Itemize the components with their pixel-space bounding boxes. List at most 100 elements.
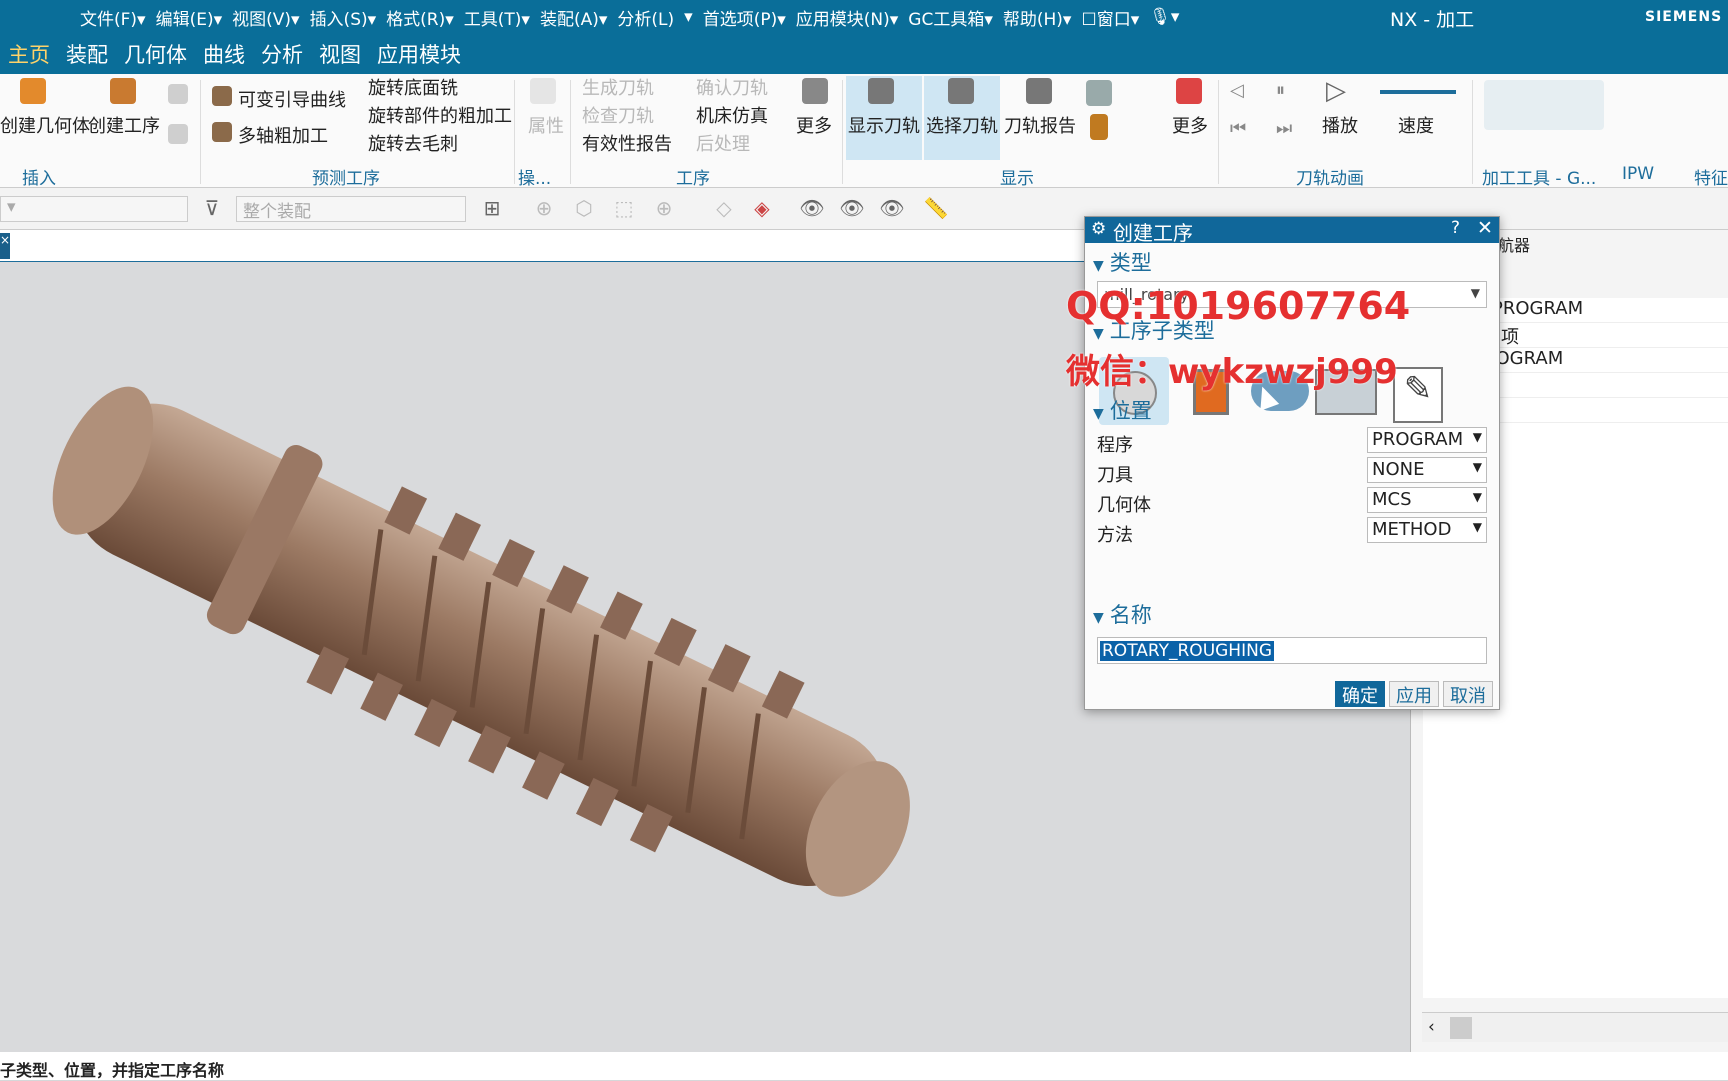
cube-icon[interactable]: ◇ — [710, 196, 738, 222]
small-tool-icon[interactable] — [168, 84, 188, 104]
play-button[interactable]: 播放 — [1322, 112, 1358, 138]
mcs-eye-icon[interactable]: 👁 — [798, 196, 826, 222]
select-filter-icon[interactable]: ⊞ — [478, 196, 506, 222]
operation-name-input[interactable]: ROTARY_ROUGHING — [1097, 637, 1487, 664]
close-view-icon[interactable]: × — [0, 233, 10, 259]
create-geometry-button[interactable]: 创建几何体 — [0, 112, 90, 138]
group-label-feature[interactable]: 特征 — [1694, 164, 1728, 189]
menu-tools[interactable]: 工具(T)▾ — [464, 5, 530, 30]
rewind-icon[interactable]: ◁ — [1230, 80, 1244, 101]
pause-icon[interactable]: ⏸ — [1276, 80, 1285, 101]
step-forward-icon[interactable]: ⏭ — [1276, 118, 1292, 139]
verify-path-button[interactable]: 确认刀轨 — [696, 74, 768, 100]
method-select[interactable]: METHOD ▼ — [1367, 517, 1487, 543]
navigator-header: 航器 — [1498, 236, 1531, 255]
multi-axis-rough-button[interactable]: 多轴粗加工 — [238, 122, 328, 148]
mic-icon[interactable]: 🎙▾ — [1149, 7, 1179, 27]
eye-icon[interactable]: 👁 — [838, 196, 866, 222]
ribbon: 创建几何体 创建工序 插入 可变引导曲线 多轴粗加工 旋转底面铣 旋转部件的粗加… — [0, 74, 1728, 189]
tab-analysis[interactable]: 分析 — [261, 39, 303, 69]
tab-applications[interactable]: 应用模块 — [377, 39, 461, 69]
more-display-button[interactable]: 更多 — [1172, 112, 1208, 138]
menu-help[interactable]: 帮助(H)▾ — [1003, 5, 1072, 30]
menu-window[interactable]: ☐窗口▾ — [1081, 5, 1139, 30]
hide-eye-icon[interactable]: 👁 — [878, 196, 906, 222]
help-icon[interactable]: ? — [1451, 218, 1460, 238]
cancel-button[interactable]: 取消 — [1443, 681, 1493, 707]
tab-view[interactable]: 视图 — [319, 39, 361, 69]
apply-button[interactable]: 应用 — [1389, 681, 1439, 707]
display-mode-icon[interactable] — [1086, 80, 1112, 106]
show-path-icon — [868, 78, 894, 104]
more-ops-icon — [802, 78, 828, 104]
menu-gc-toolkit[interactable]: GC工具箱▾ — [908, 5, 993, 30]
snap-icon[interactable]: ⊕ — [530, 196, 558, 222]
group-label-display: 显示 — [1000, 169, 1034, 189]
menu-preferences[interactable]: 首选项(P)▾ — [703, 5, 786, 30]
hexagon-icon[interactable]: ⬡ — [570, 196, 598, 222]
name-section[interactable]: ▼ 名称 — [1093, 599, 1152, 629]
select-path-button[interactable]: 选择刀轨 — [926, 112, 998, 138]
more-display-icon — [1176, 78, 1202, 104]
collapse-icon[interactable]: ▼ — [1093, 610, 1104, 626]
ok-button[interactable]: 确定 — [1335, 681, 1385, 707]
collapse-icon[interactable]: ▼ — [1093, 326, 1104, 342]
create-operation-button[interactable]: 创建工序 — [88, 112, 160, 138]
menu-more[interactable]: ▾ — [684, 7, 693, 27]
play-icon[interactable]: ▷ — [1326, 76, 1346, 106]
small-tool-icon[interactable] — [168, 124, 188, 144]
show-path-button[interactable]: 显示刀轨 — [848, 112, 920, 138]
path-report-button[interactable]: 刀轨报告 — [1004, 112, 1076, 138]
tab-home[interactable]: 主页 — [8, 39, 50, 69]
menu-edit[interactable]: 编辑(E)▾ — [156, 5, 223, 30]
check-path-button[interactable]: 检查刀轨 — [582, 102, 654, 128]
group-label-ipw[interactable]: IPW — [1622, 164, 1654, 184]
box-icon[interactable]: ⬚ — [610, 196, 638, 222]
watermark-wechat: 微信：wykzwzj999 — [1066, 352, 1398, 392]
post-process-button[interactable]: 后处理 — [696, 130, 750, 156]
cube-red-icon[interactable]: ◈ — [748, 196, 776, 222]
menu-assembly[interactable]: 装配(A)▾ — [540, 5, 607, 30]
scroll-left-icon[interactable]: ‹ — [1428, 1017, 1435, 1037]
horizontal-scrollbar[interactable]: ‹ — [1422, 1012, 1728, 1042]
variable-guide-curve-button[interactable]: 可变引导曲线 — [238, 86, 346, 112]
step-back-icon[interactable]: ⏮ — [1230, 118, 1246, 139]
validity-report-button[interactable]: 有效性报告 — [582, 130, 672, 156]
menu-analysis[interactable]: 分析(L) — [617, 5, 674, 30]
tab-curve[interactable]: 曲线 — [203, 39, 245, 69]
collapse-icon[interactable]: ▼ — [1093, 406, 1104, 422]
generate-path-button[interactable]: 生成刀轨 — [582, 74, 654, 100]
group-label-machining-tools[interactable]: 加工工具 - G... — [1482, 164, 1596, 189]
more-ops-button[interactable]: 更多 — [796, 112, 832, 138]
tool-select[interactable]: NONE ▼ — [1367, 457, 1487, 483]
tab-assembly[interactable]: 装配 — [66, 39, 108, 69]
speed-slider[interactable] — [1380, 90, 1456, 94]
close-icon[interactable]: ✕ — [1477, 217, 1493, 239]
rotary-floor-button[interactable]: 旋转底面铣 — [368, 74, 458, 100]
machine-sim-button[interactable]: 机床仿真 — [696, 102, 768, 128]
rotary-part-rough-button[interactable]: 旋转部件的粗加工 — [368, 102, 512, 128]
geometry-select[interactable]: MCS ▼ — [1367, 487, 1487, 513]
type-section[interactable]: ▼ 类型 — [1093, 247, 1152, 277]
machining-tools-icon[interactable] — [1484, 80, 1604, 130]
scroll-thumb[interactable] — [1450, 1017, 1472, 1039]
scope-combo[interactable]: 整个装配 — [236, 196, 466, 222]
menu-applications[interactable]: 应用模块(N)▾ — [796, 5, 899, 30]
attributes-button[interactable]: 属性 — [528, 112, 564, 138]
menu-insert[interactable]: 插入(S)▾ — [310, 5, 377, 30]
menu-file[interactable]: 文件(F)▾ — [80, 5, 146, 30]
rotary-deburr-button[interactable]: 旋转去毛刺 — [368, 130, 458, 156]
add-box-icon[interactable]: ⊕ — [650, 196, 678, 222]
type-filter-combo[interactable]: ▾ — [0, 196, 188, 222]
menu-view[interactable]: 视图(V)▾ — [232, 5, 299, 30]
filter-icon[interactable]: ⊽ — [198, 196, 226, 222]
program-select[interactable]: PROGRAM ▼ — [1367, 427, 1487, 453]
location-section[interactable]: ▼ 位置 — [1093, 395, 1152, 425]
select-path-icon — [948, 78, 974, 104]
collapse-icon[interactable]: ▼ — [1093, 258, 1104, 274]
menu-format[interactable]: 格式(R)▾ — [386, 5, 454, 30]
tool-display-icon[interactable] — [1090, 114, 1108, 140]
measure-icon[interactable]: 📏 — [922, 196, 950, 222]
gear-icon[interactable]: ⚙ — [1091, 219, 1106, 239]
tab-geometry[interactable]: 几何体 — [124, 39, 187, 69]
